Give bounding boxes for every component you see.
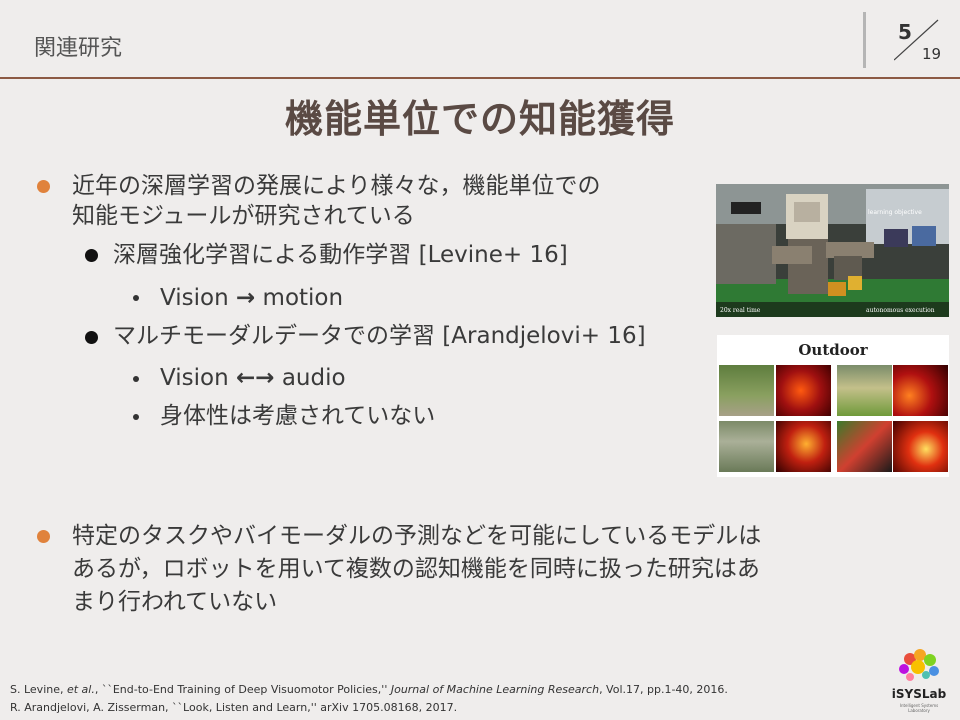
reference-2: R. Arandjelovi, A. Zisserman, ``Look, Li… xyxy=(10,701,458,714)
bullet-1-line-2: 知能モジュールが研究されている xyxy=(72,203,415,229)
heatmap-golf xyxy=(893,365,948,416)
vision-motion-left: Vision xyxy=(160,285,229,311)
header-divider xyxy=(863,12,866,68)
sub-sub-bullet-dot-3 xyxy=(133,414,139,420)
ref1-authors: S. Levine, xyxy=(10,683,67,696)
references: S. Levine, et al., ``End-to-End Training… xyxy=(10,681,728,717)
robot-caption-left: 20x real time xyxy=(720,307,761,314)
vision-motion-right: motion xyxy=(262,285,344,311)
sub-bullet-dot-2 xyxy=(85,331,98,344)
slide-title: 機能単位での知能獲得 xyxy=(284,97,675,141)
bullet-dot-2 xyxy=(37,530,50,543)
ref1-journal: Journal of Machine Learning Research xyxy=(390,683,600,696)
photo-golf xyxy=(837,365,892,416)
isyslab-logo-icon xyxy=(899,649,939,681)
section-title: 関連研究 xyxy=(34,36,123,61)
heatmap-car xyxy=(893,421,948,472)
photo-field xyxy=(719,365,774,416)
vision-audio-right: audio xyxy=(281,365,346,391)
bullet-2-line-1: 特定のタスクやバイモーダルの予測などを可能にしているモデルは xyxy=(72,523,762,549)
bullet-1-line-1: 近年の深層学習の発展により様々な，機能単位での xyxy=(72,173,601,199)
page-number-total: 19 xyxy=(922,45,942,63)
heatmap-field xyxy=(776,365,831,416)
robot-caption-top: learning objective xyxy=(868,209,922,216)
bullet-2-line-2: あるが，ロボットを用いて複数の認知機能を同時に扱った研究はあ xyxy=(72,556,760,582)
header-rule xyxy=(0,77,960,79)
bullet-2-line-3: まり行われていない xyxy=(72,589,278,615)
photo-boat xyxy=(719,421,774,472)
sub-sub-bullet-dot-1 xyxy=(133,295,139,301)
vision-audio-item: Vision ←→ audio xyxy=(160,361,346,395)
vision-motion-item: Vision → motion xyxy=(160,281,343,315)
outdoor-label: Outdoor xyxy=(798,341,868,359)
ref1-etal: et al. xyxy=(66,683,95,696)
sub-bullet-1: 深層強化学習による動作学習 [Levine+ 16] xyxy=(113,242,568,268)
reference-1: S. Levine, et al., ``End-to-End Training… xyxy=(10,681,728,699)
sub-sub-bullet-dot-2 xyxy=(133,376,139,382)
audio-visual-image: Outdoor xyxy=(717,335,949,477)
embodiment-note: 身体性は考慮されていない xyxy=(160,403,436,429)
right-arrow-icon: → xyxy=(235,285,256,311)
logo-text: iSYSLab xyxy=(891,687,947,701)
logo-subtext: Intelligent Systems Laboratory xyxy=(899,703,939,713)
robot-illustration: learning objective 20x real time autonom… xyxy=(716,184,949,317)
robot-caption-right: autonomous execution xyxy=(866,307,935,314)
robot-image: learning objective 20x real time autonom… xyxy=(716,184,949,317)
sub-bullet-2: マルチモーダルデータでの学習 [Arandjelovi+ 16] xyxy=(113,323,646,349)
ref1-title: , ``End-to-End Training of Deep Visuomot… xyxy=(94,683,391,696)
vision-audio-left: Vision xyxy=(160,365,229,391)
ref1-rest: , Vol.17, pp.1-40, 2016. xyxy=(599,683,728,696)
heatmap-boat xyxy=(776,421,831,472)
sub-bullet-dot-1 xyxy=(85,249,98,262)
bullet-dot-1 xyxy=(37,180,50,193)
left-right-arrow-icon: ←→ xyxy=(235,365,275,391)
photo-car xyxy=(837,421,892,472)
